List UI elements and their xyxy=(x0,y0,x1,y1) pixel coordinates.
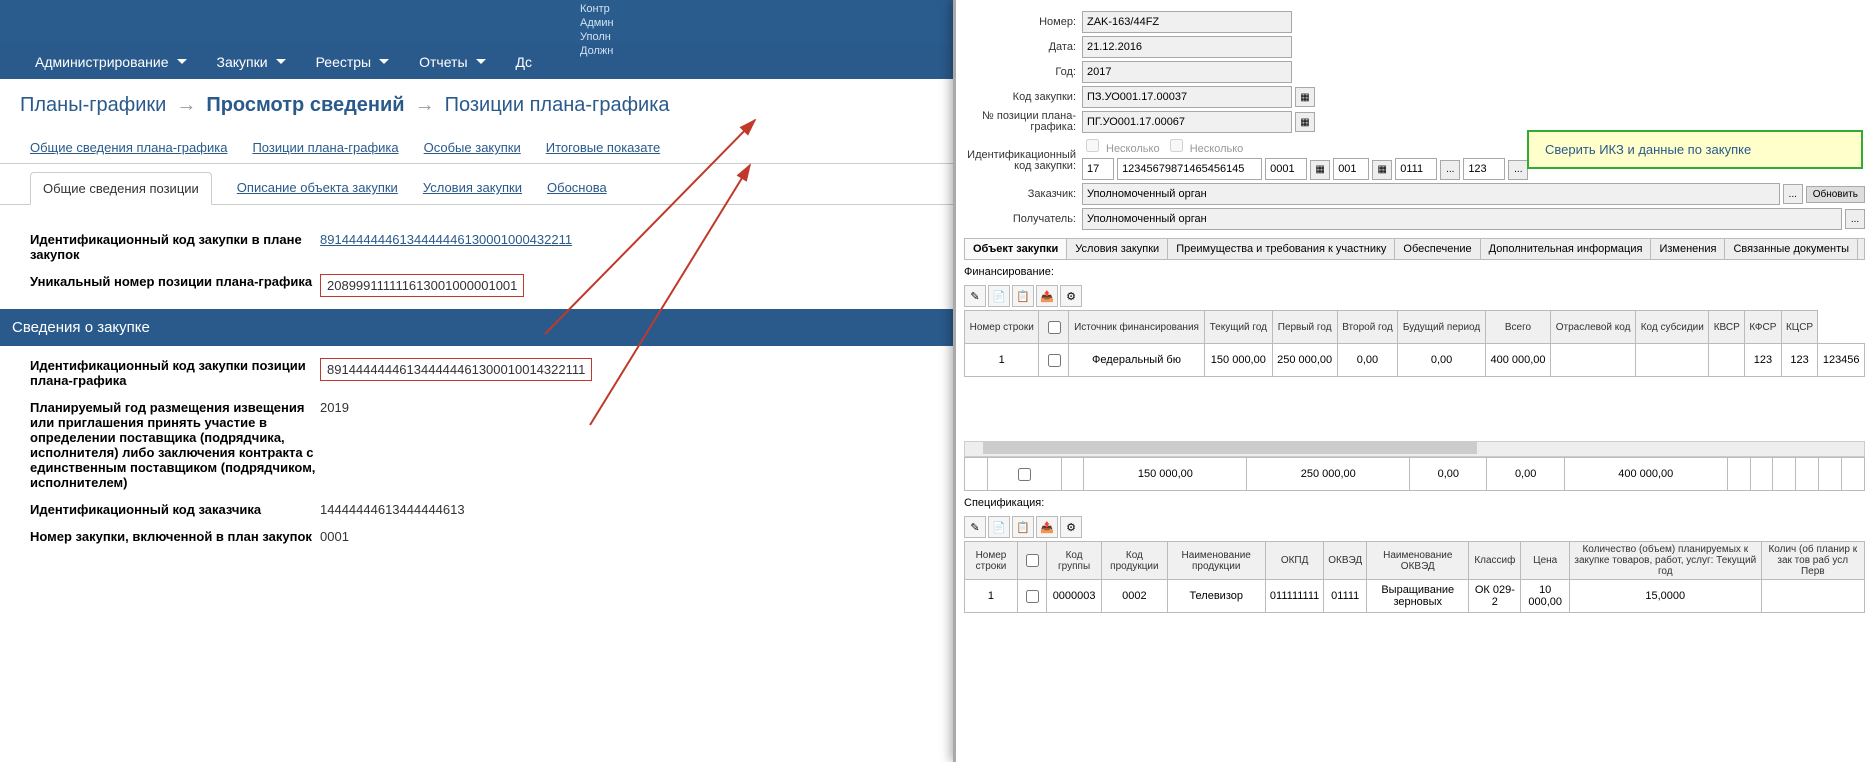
financing-title: Финансирование: xyxy=(964,266,1865,278)
purchase-number-label: Номер закупки, включенной в план закупок xyxy=(30,529,320,544)
ikz-pos-value: 891444444461344444461300010014322111 xyxy=(320,358,592,381)
lbl-recipient: Получатель: xyxy=(964,213,1082,225)
chk-several-2 xyxy=(1170,139,1183,152)
edit-icon[interactable]: ✎ xyxy=(964,516,986,538)
ikz-part-1[interactable] xyxy=(1082,158,1114,180)
chevron-down-icon xyxy=(177,59,187,64)
ikz-part-3[interactable] xyxy=(1265,158,1307,180)
ikz-pos-label: Идентификационный код закупки позиции пл… xyxy=(30,358,320,388)
financing-totals: 150 000,00250 000,000,000,00400 000,00 xyxy=(964,457,1865,491)
detail-panel: Номер: Дата: Год: Код закупки: ▦ № позици… xyxy=(953,0,1873,762)
subtab-additional[interactable]: Дополнительная информация xyxy=(1481,239,1652,259)
ikz-part-4[interactable] xyxy=(1333,158,1369,180)
lbl-pos: № позиции плана-графика: xyxy=(964,111,1082,133)
callout-note: Сверить ИКЗ и данные по закупке xyxy=(1527,130,1863,169)
planned-year-label: Планируемый год размещения извещения или… xyxy=(30,400,320,490)
subtab-documents[interactable]: Связанные документы xyxy=(1725,239,1858,259)
menu-reports[interactable]: Отчеты xyxy=(404,54,500,70)
more-icon[interactable]: ... xyxy=(1440,160,1460,180)
financing-grid: Номер строкиИсточник финансированияТекущ… xyxy=(964,310,1865,377)
more-icon[interactable]: ... xyxy=(1508,160,1528,180)
more-icon[interactable]: ... xyxy=(1783,184,1803,204)
lookup-icon[interactable]: ▦ xyxy=(1295,87,1315,107)
financing-toolbar: ✎ 📄 📋 📤 ⚙ xyxy=(964,282,1865,310)
input-pos[interactable] xyxy=(1082,111,1292,133)
breadcrumb-current: Просмотр сведений xyxy=(206,94,404,117)
copy-icon[interactable]: 📋 xyxy=(1012,285,1034,307)
refresh-button[interactable]: Обновить xyxy=(1806,186,1865,203)
copy-icon[interactable]: 📋 xyxy=(1012,516,1034,538)
chevron-down-icon xyxy=(276,59,286,64)
chevron-down-icon xyxy=(379,59,389,64)
customer-code-value: 14444444613444444613 xyxy=(320,502,465,517)
lookup-icon[interactable]: ▦ xyxy=(1295,112,1315,132)
planned-year-value: 2019 xyxy=(320,400,349,415)
ikz-plan-label: Идентификационный код закупки в плане за… xyxy=(30,232,320,262)
tab-general-plan[interactable]: Общие сведения плана-графика xyxy=(30,132,227,163)
menu-more[interactable]: Дс xyxy=(501,54,547,70)
gear-icon[interactable]: ⚙ xyxy=(1060,516,1082,538)
lbl-ikz: Идентификационный код закупки: xyxy=(964,136,1082,172)
tab-object-desc[interactable]: Описание объекта закупки xyxy=(237,172,398,204)
chevron-right-icon: → xyxy=(176,94,196,117)
lookup-icon[interactable]: ▦ xyxy=(1372,160,1392,180)
subtab-requirements[interactable]: Преимущества и требования к участнику xyxy=(1168,239,1395,259)
chk-several-1 xyxy=(1086,139,1099,152)
input-code[interactable] xyxy=(1082,86,1292,108)
tab-summary[interactable]: Итоговые показате xyxy=(546,132,660,163)
more-icon[interactable]: ... xyxy=(1845,209,1865,229)
menu-admin[interactable]: Администрирование xyxy=(20,54,202,70)
lbl-number: Номер: xyxy=(964,16,1082,28)
gear-icon[interactable]: ⚙ xyxy=(1060,285,1082,307)
spec-title: Спецификация: xyxy=(964,497,1865,509)
lookup-icon[interactable]: ▦ xyxy=(1310,160,1330,180)
unique-number-label: Уникальный номер позиции плана-графика xyxy=(30,274,320,289)
tab-positions[interactable]: Позиции плана-графика xyxy=(252,132,398,163)
lbl-date: Дата: xyxy=(964,41,1082,53)
purchase-number-value: 0001 xyxy=(320,529,349,544)
menu-purchases[interactable]: Закупки xyxy=(202,54,301,70)
input-date[interactable] xyxy=(1082,36,1292,58)
ikz-part-2[interactable] xyxy=(1117,158,1262,180)
breadcrumb-sub[interactable]: Позиции плана-графика xyxy=(445,94,670,117)
subtab-security[interactable]: Обеспечение xyxy=(1395,239,1480,259)
subtab-object[interactable]: Объект закупки xyxy=(965,239,1067,259)
tab-justification[interactable]: Обоснова xyxy=(547,172,607,204)
menu-registers[interactable]: Реестры xyxy=(301,54,405,70)
spec-grid: Номер строкиКод группыКод продукцииНаиме… xyxy=(964,541,1865,613)
input-customer[interactable] xyxy=(1082,183,1780,205)
tab-position-general[interactable]: Общие сведения позиции xyxy=(30,172,212,205)
chevron-down-icon xyxy=(476,59,486,64)
new-icon[interactable]: 📄 xyxy=(988,516,1010,538)
export-icon[interactable]: 📤 xyxy=(1036,285,1058,307)
edit-icon[interactable]: ✎ xyxy=(964,285,986,307)
ikz-part-5[interactable] xyxy=(1395,158,1437,180)
customer-code-label: Идентификационный код заказчика xyxy=(30,502,320,517)
input-recipient[interactable] xyxy=(1082,208,1842,230)
new-icon[interactable]: 📄 xyxy=(988,285,1010,307)
ikz-part-6[interactable] xyxy=(1463,158,1505,180)
subtab-conditions[interactable]: Условия закупки xyxy=(1067,239,1168,259)
unique-number-value: 208999111111613001000001001 xyxy=(320,274,524,297)
breadcrumb-root[interactable]: Планы-графики xyxy=(20,94,166,117)
lbl-code: Код закупки: xyxy=(964,91,1082,103)
spec-toolbar: ✎ 📄 📋 📤 ⚙ xyxy=(964,513,1865,541)
chevron-right-icon: → xyxy=(415,94,435,117)
export-icon[interactable]: 📤 xyxy=(1036,516,1058,538)
input-year[interactable] xyxy=(1082,61,1292,83)
subtab-changes[interactable]: Изменения xyxy=(1651,239,1725,259)
lbl-customer: Заказчик: xyxy=(964,188,1082,200)
ikz-plan-value[interactable]: 89144444446134444446130001000432211 xyxy=(320,232,572,247)
h-scrollbar[interactable] xyxy=(964,441,1865,457)
tab-conditions[interactable]: Условия закупки xyxy=(423,172,522,204)
lbl-year: Год: xyxy=(964,66,1082,78)
tab-special[interactable]: Особые закупки xyxy=(424,132,521,163)
input-number[interactable] xyxy=(1082,11,1292,33)
sub-tabs: Объект закупки Условия закупки Преимущес… xyxy=(964,238,1865,260)
